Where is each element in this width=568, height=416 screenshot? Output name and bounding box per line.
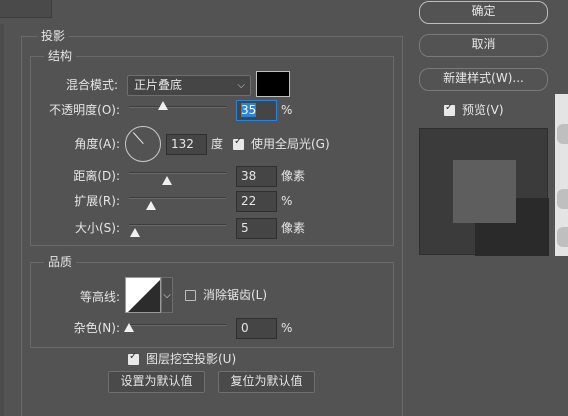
noise-input[interactable]: 0 — [236, 318, 277, 339]
layer-knockout-checkbox[interactable] — [128, 351, 139, 365]
angle-dial[interactable] — [125, 126, 161, 162]
spread-slider-track[interactable] — [129, 197, 226, 199]
noise-slider-thumb[interactable] — [124, 323, 134, 332]
spread-value: 22 — [241, 194, 257, 208]
spread-label: 扩展(R): — [74, 194, 120, 208]
blend-mode-label: 混合模式: — [65, 78, 118, 92]
size-slider-track[interactable] — [129, 224, 226, 226]
distance-input[interactable]: 38 — [236, 166, 277, 187]
global-light-label: 使用全局光(G) — [251, 137, 330, 151]
shadow-color-swatch[interactable] — [256, 71, 290, 97]
contour-dropdown-button[interactable]: ⌵ — [161, 277, 173, 313]
distance-unit: 像素 — [281, 169, 306, 183]
opacity-slider-thumb[interactable] — [158, 101, 168, 110]
size-unit: 像素 — [281, 221, 306, 235]
new-style-button[interactable]: 新建样式(W)... — [419, 68, 548, 91]
opacity-slider-track[interactable] — [129, 106, 226, 108]
anti-alias-checkbox[interactable] — [185, 290, 196, 301]
drop-shadow-title: 投影 — [37, 29, 70, 43]
distance-slider-track[interactable] — [129, 172, 226, 174]
angle-unit: 度 — [211, 137, 224, 151]
opacity-label: 不透明度(O): — [49, 103, 120, 117]
opacity-value: 35 — [241, 103, 257, 117]
preview-swatch — [453, 160, 516, 223]
layer-knockout-label: 图层挖空投影(U) — [146, 352, 237, 366]
size-input[interactable]: 5 — [236, 218, 277, 239]
contour-linear-icon — [128, 280, 160, 312]
chevron-down-icon: ⌵ — [163, 290, 171, 301]
distance-label: 距离(D): — [73, 169, 120, 183]
noise-label: 杂色(N): — [73, 321, 120, 335]
noise-value: 0 — [241, 321, 249, 335]
style-preview — [419, 128, 549, 256]
left-panel-edge — [0, 24, 4, 416]
distance-slider-thumb[interactable] — [162, 176, 172, 185]
size-label: 大小(S): — [74, 221, 120, 235]
size-value: 5 — [241, 221, 249, 235]
distance-value: 38 — [241, 169, 257, 183]
ok-button[interactable]: 确定 — [419, 1, 548, 24]
preview-label: 预览(V) — [462, 103, 504, 117]
style-thumb — [557, 124, 568, 144]
spread-slider-thumb[interactable] — [146, 201, 156, 210]
global-light-checkbox[interactable] — [233, 136, 244, 150]
size-slider-thumb[interactable] — [130, 228, 140, 237]
blend-mode-select[interactable]: 正片叠底 ⌵ — [127, 75, 251, 96]
preview-checkbox[interactable] — [444, 102, 455, 116]
style-thumb — [557, 189, 568, 209]
style-thumb — [557, 227, 568, 247]
reset-default-button[interactable]: 复位为默认值 — [218, 371, 315, 393]
contour-picker[interactable] — [125, 277, 161, 313]
angle-label: 角度(A): — [74, 137, 120, 151]
spread-input[interactable]: 22 — [236, 191, 277, 212]
quality-title: 品质 — [44, 255, 77, 269]
blend-mode-value: 正片叠底 — [134, 78, 183, 92]
opacity-unit: % — [281, 103, 293, 117]
spread-unit: % — [281, 194, 293, 208]
noise-unit: % — [281, 321, 293, 335]
styles-strip — [555, 94, 568, 256]
cancel-button[interactable]: 取消 — [419, 34, 548, 57]
chevron-down-icon: ⌵ — [237, 80, 245, 91]
contour-label: 等高线: — [79, 290, 120, 304]
structure-title: 结构 — [44, 49, 77, 63]
background-panel-fragment — [0, 0, 52, 18]
make-default-button[interactable]: 设置为默认值 — [108, 371, 205, 393]
angle-input[interactable]: 132 — [166, 134, 207, 155]
noise-slider-track[interactable] — [129, 324, 226, 326]
opacity-input[interactable]: 35 — [236, 100, 277, 121]
angle-value: 132 — [171, 137, 194, 151]
anti-alias-label: 消除锯齿(L) — [203, 288, 268, 302]
